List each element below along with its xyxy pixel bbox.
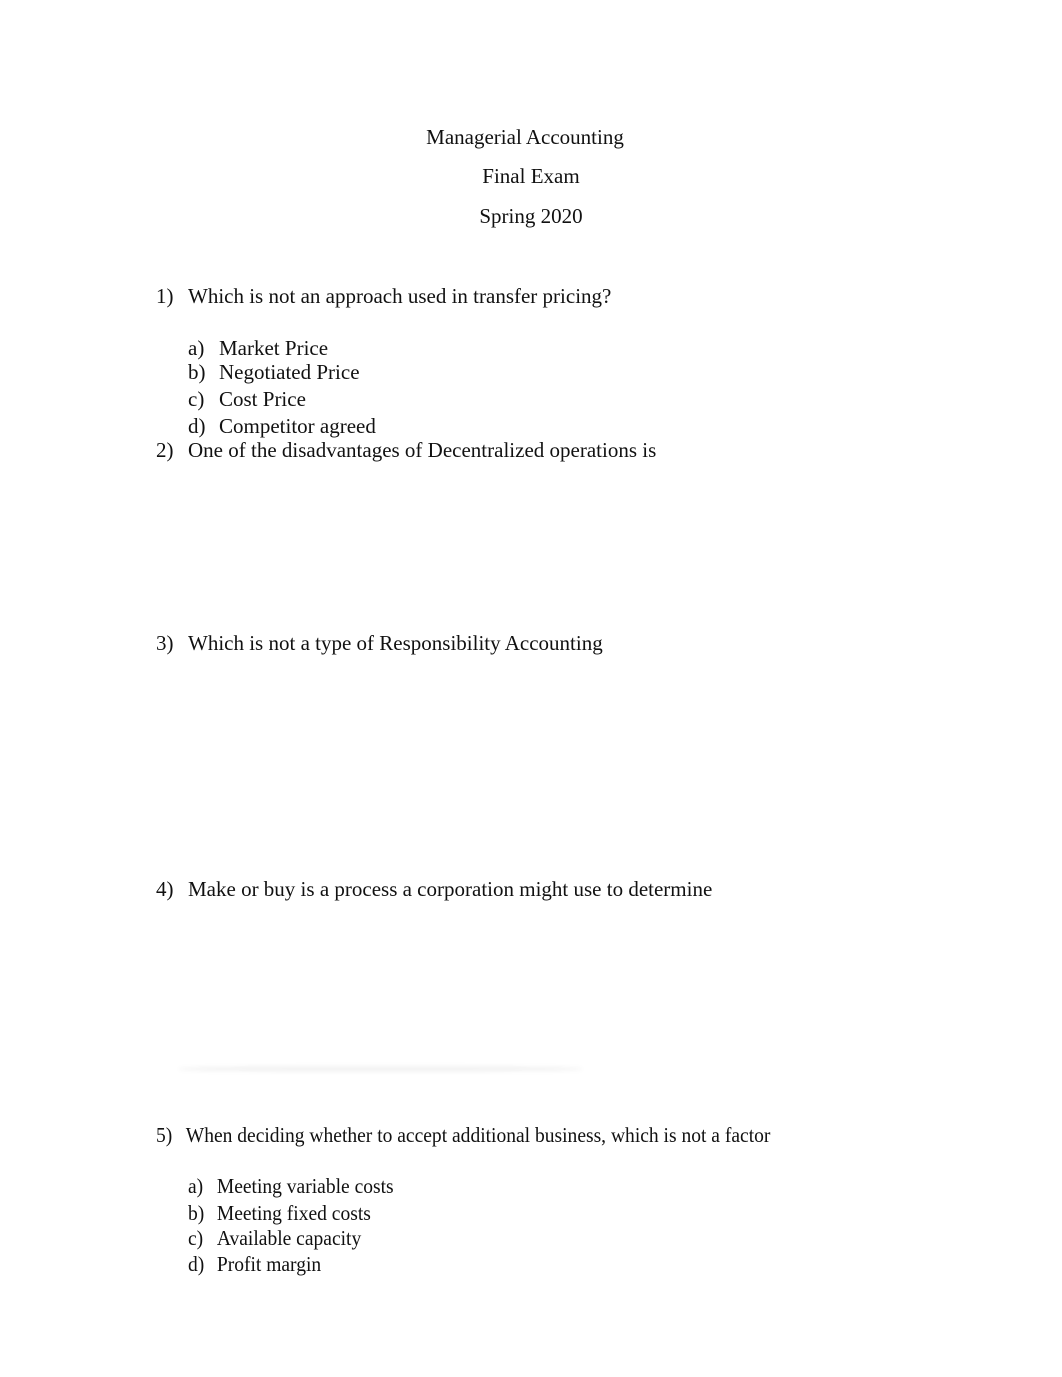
question-1-option-c: c) Cost Price: [188, 387, 306, 411]
question-1: 1) Which is not an approach used in trans…: [156, 284, 611, 308]
exam-title: Final Exam: [482, 164, 580, 188]
question-number: 1): [156, 284, 174, 308]
question-number: 2): [156, 438, 174, 462]
option-text: Profit margin: [216, 1252, 322, 1276]
option-text: Negotiated Price: [219, 360, 360, 384]
document-page: Managerial Accounting Final Exam Spring …: [0, 0, 1062, 1377]
option-letter: b): [188, 1201, 205, 1225]
question-5-option-d: d) Profit margin: [188, 1252, 321, 1276]
option-text: Meeting fixed costs: [216, 1201, 371, 1225]
question-number: 5): [156, 1123, 173, 1147]
question-5-option-b: b) Meeting fixed costs: [188, 1201, 371, 1225]
question-4: 4) Make or buy is a process a corporation…: [156, 877, 712, 901]
question-1-option-b: b) Negotiated Price: [188, 360, 360, 384]
question-3: 3) Which is not a type of Responsibility …: [156, 631, 603, 655]
option-letter: c): [188, 1226, 204, 1250]
question-5: 5) When deciding whether to accept additi…: [156, 1123, 770, 1147]
option-text: Competitor agreed: [219, 414, 376, 438]
course-title: Managerial Accounting: [426, 125, 624, 149]
option-text: Meeting variable costs: [216, 1174, 394, 1198]
question-1-option-d: d) Competitor agreed: [188, 414, 376, 438]
option-text: Market Price: [219, 336, 329, 360]
option-text: Available capacity: [216, 1226, 362, 1250]
question-2: 2) One of the disadvantages of Decentrali…: [156, 438, 656, 462]
scan-smudge: [178, 1066, 583, 1072]
term-title: Spring 2020: [479, 204, 583, 228]
question-number: 3): [156, 631, 174, 655]
question-1-option-a: a) Market Price: [188, 336, 328, 360]
option-letter: d): [188, 1252, 205, 1276]
question-text: One of the disadvantages of Decentralize…: [188, 438, 657, 462]
question-5-option-c: c) Available capacity: [188, 1226, 361, 1250]
question-text: Which is not an approach used in transfe…: [188, 284, 612, 308]
option-letter: c): [188, 387, 205, 411]
question-number: 4): [156, 877, 174, 901]
question-text: When deciding whether to accept addition…: [185, 1123, 771, 1147]
option-letter: a): [188, 336, 205, 360]
option-text: Cost Price: [219, 387, 306, 411]
option-letter: d): [188, 414, 206, 438]
question-text: Make or buy is a process a corporation m…: [188, 877, 713, 901]
option-letter: a): [188, 1174, 204, 1198]
question-5-option-a: a) Meeting variable costs: [188, 1174, 394, 1198]
question-text: Which is not a type of Responsibility Ac…: [188, 631, 603, 655]
option-letter: b): [188, 360, 206, 384]
